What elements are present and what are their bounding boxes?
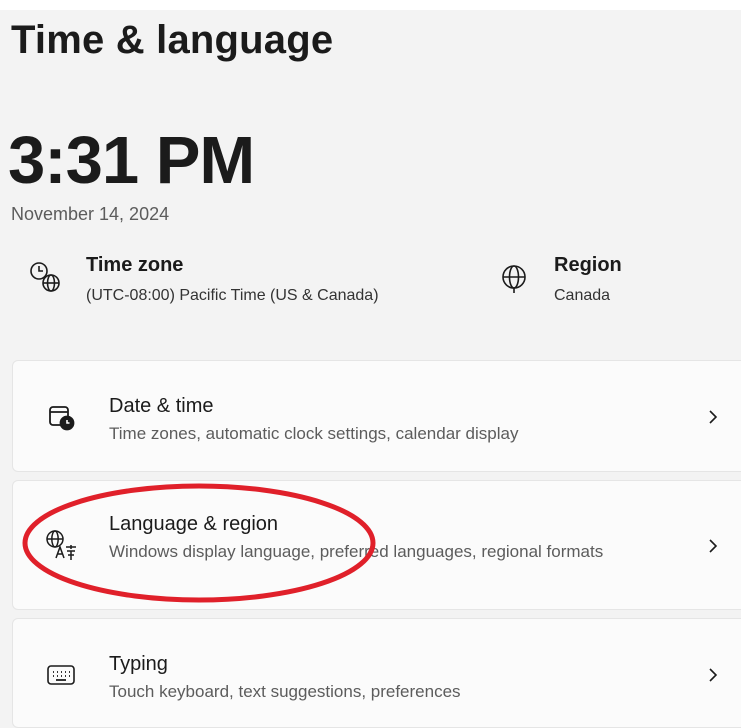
globe-icon: [494, 258, 534, 298]
chevron-right-icon: [703, 405, 723, 429]
language-icon: [41, 525, 81, 565]
typing-description: Touch keyboard, text suggestions, prefer…: [109, 682, 461, 701]
timezone-title: Time zone: [86, 254, 184, 276]
window-top-strip: [0, 0, 741, 10]
current-date: November 14, 2024: [11, 204, 170, 224]
date-time-description: Time zones, automatic clock settings, ca…: [109, 424, 519, 443]
keyboard-icon: [41, 655, 81, 695]
typing-card[interactable]: Typing Touch keyboard, text suggestions,…: [12, 618, 741, 728]
region-value: Canada: [554, 287, 611, 304]
typing-title: Typing: [109, 653, 168, 675]
calendar-clock-icon: [41, 397, 81, 437]
clock-globe-icon: [26, 258, 66, 298]
language-region-description: Windows display language, preferred lang…: [109, 542, 604, 561]
date-time-card[interactable]: Date & time Time zones, automatic clock …: [12, 360, 741, 472]
date-time-title: Date & time: [109, 395, 214, 417]
page-title: Time & language: [11, 18, 334, 62]
current-time: 3:31 PM: [8, 123, 255, 198]
region-title: Region: [554, 254, 622, 276]
chevron-right-icon: [703, 663, 723, 687]
language-region-card[interactable]: Language & region Windows display langua…: [12, 480, 741, 610]
language-region-title: Language & region: [109, 513, 279, 535]
timezone-info: Time zone (UTC-08:00) Pacific Time (US &…: [26, 252, 379, 308]
region-info: Region Canada: [494, 252, 622, 308]
chevron-right-icon: [703, 534, 723, 558]
timezone-value: (UTC-08:00) Pacific Time (US & Canada): [86, 287, 379, 304]
